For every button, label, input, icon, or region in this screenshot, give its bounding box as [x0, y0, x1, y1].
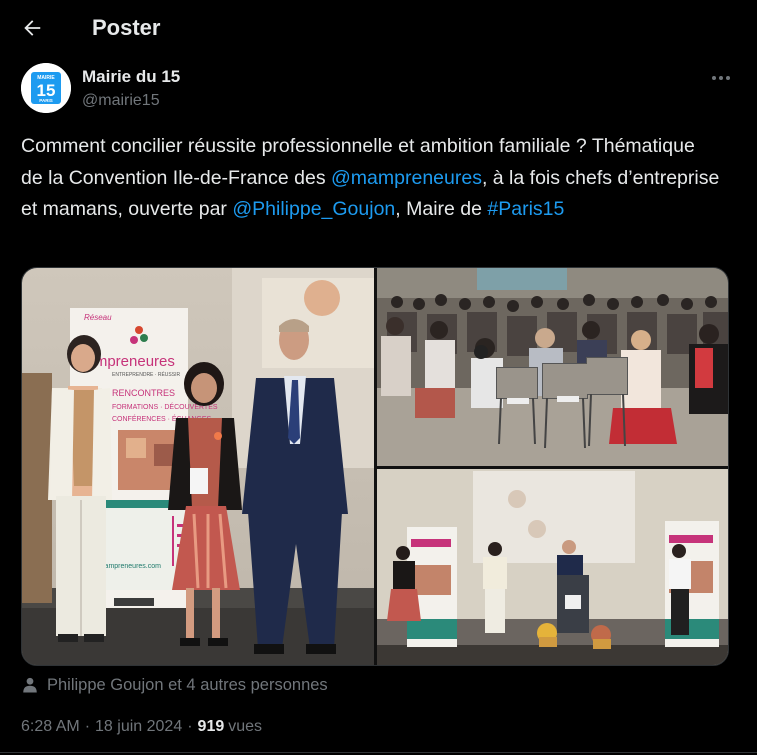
photo-audience[interactable]	[377, 268, 728, 466]
top-bar: Poster	[0, 0, 757, 56]
photo-stage[interactable]	[377, 469, 728, 665]
tweet-time[interactable]: 6:28 AM	[21, 718, 80, 736]
divider	[0, 752, 757, 753]
mairie-logo-icon: MAIRIE 15 PARIS	[21, 63, 71, 113]
photo-speakers[interactable]: Réseau mampreneures ENTREPRENDRE · RÉUSS…	[22, 268, 374, 665]
author-handle[interactable]: @mairie15	[82, 92, 160, 110]
banner-line-1: RENCONTRES	[112, 388, 175, 398]
more-options-button[interactable]	[706, 65, 736, 91]
meta-separator: ·	[187, 718, 193, 735]
avatar[interactable]: MAIRIE 15 PARIS	[21, 63, 71, 113]
tweet-text: Comment concilier réussite professionnel…	[21, 131, 721, 226]
photo-speakers-image: Réseau mampreneures ENTREPRENDRE · RÉUSS…	[22, 268, 374, 665]
tweet-date[interactable]: 18 juin 2024	[95, 718, 182, 736]
tweet-author: MAIRIE 15 PARIS Mairie du 15 @mairie15	[21, 63, 736, 115]
avatar-bottom-text: PARIS	[39, 98, 52, 103]
banner-small-text: Réseau	[84, 313, 112, 322]
mention-mampreneures-link[interactable]: @mampreneures	[331, 167, 482, 189]
banner-tagline-text: ENTREPRENDRE · RÉUSSIR	[112, 371, 180, 378]
tagged-people-link[interactable]: Philippe Goujon et 4 autres personnes	[21, 672, 328, 698]
page-title: Poster	[92, 15, 161, 40]
tweet-text-part: , Maire de	[395, 198, 488, 220]
meta-separator: ·	[84, 718, 91, 735]
mention-philippe-goujon-link[interactable]: @Philippe_Goujon	[232, 198, 395, 220]
tweet-meta: 6:28 AM · 18 juin 2024 · 919 vues	[21, 718, 262, 736]
hashtag-paris15-link[interactable]: #Paris15	[487, 198, 564, 220]
author-name[interactable]: Mairie du 15	[82, 67, 180, 87]
photo-stage-image	[377, 469, 728, 665]
media-grid: Réseau mampreneures ENTREPRENDRE · RÉUSS…	[21, 267, 729, 666]
views-label: vues	[228, 718, 263, 735]
photo-audience-image	[377, 268, 728, 466]
arrow-left-icon	[24, 20, 41, 36]
back-button[interactable]	[14, 10, 50, 46]
views-count[interactable]: 919	[198, 718, 225, 736]
person-icon	[23, 677, 37, 693]
more-horizontal-icon	[712, 76, 730, 80]
tagged-people-text: Philippe Goujon et 4 autres personnes	[47, 675, 328, 694]
